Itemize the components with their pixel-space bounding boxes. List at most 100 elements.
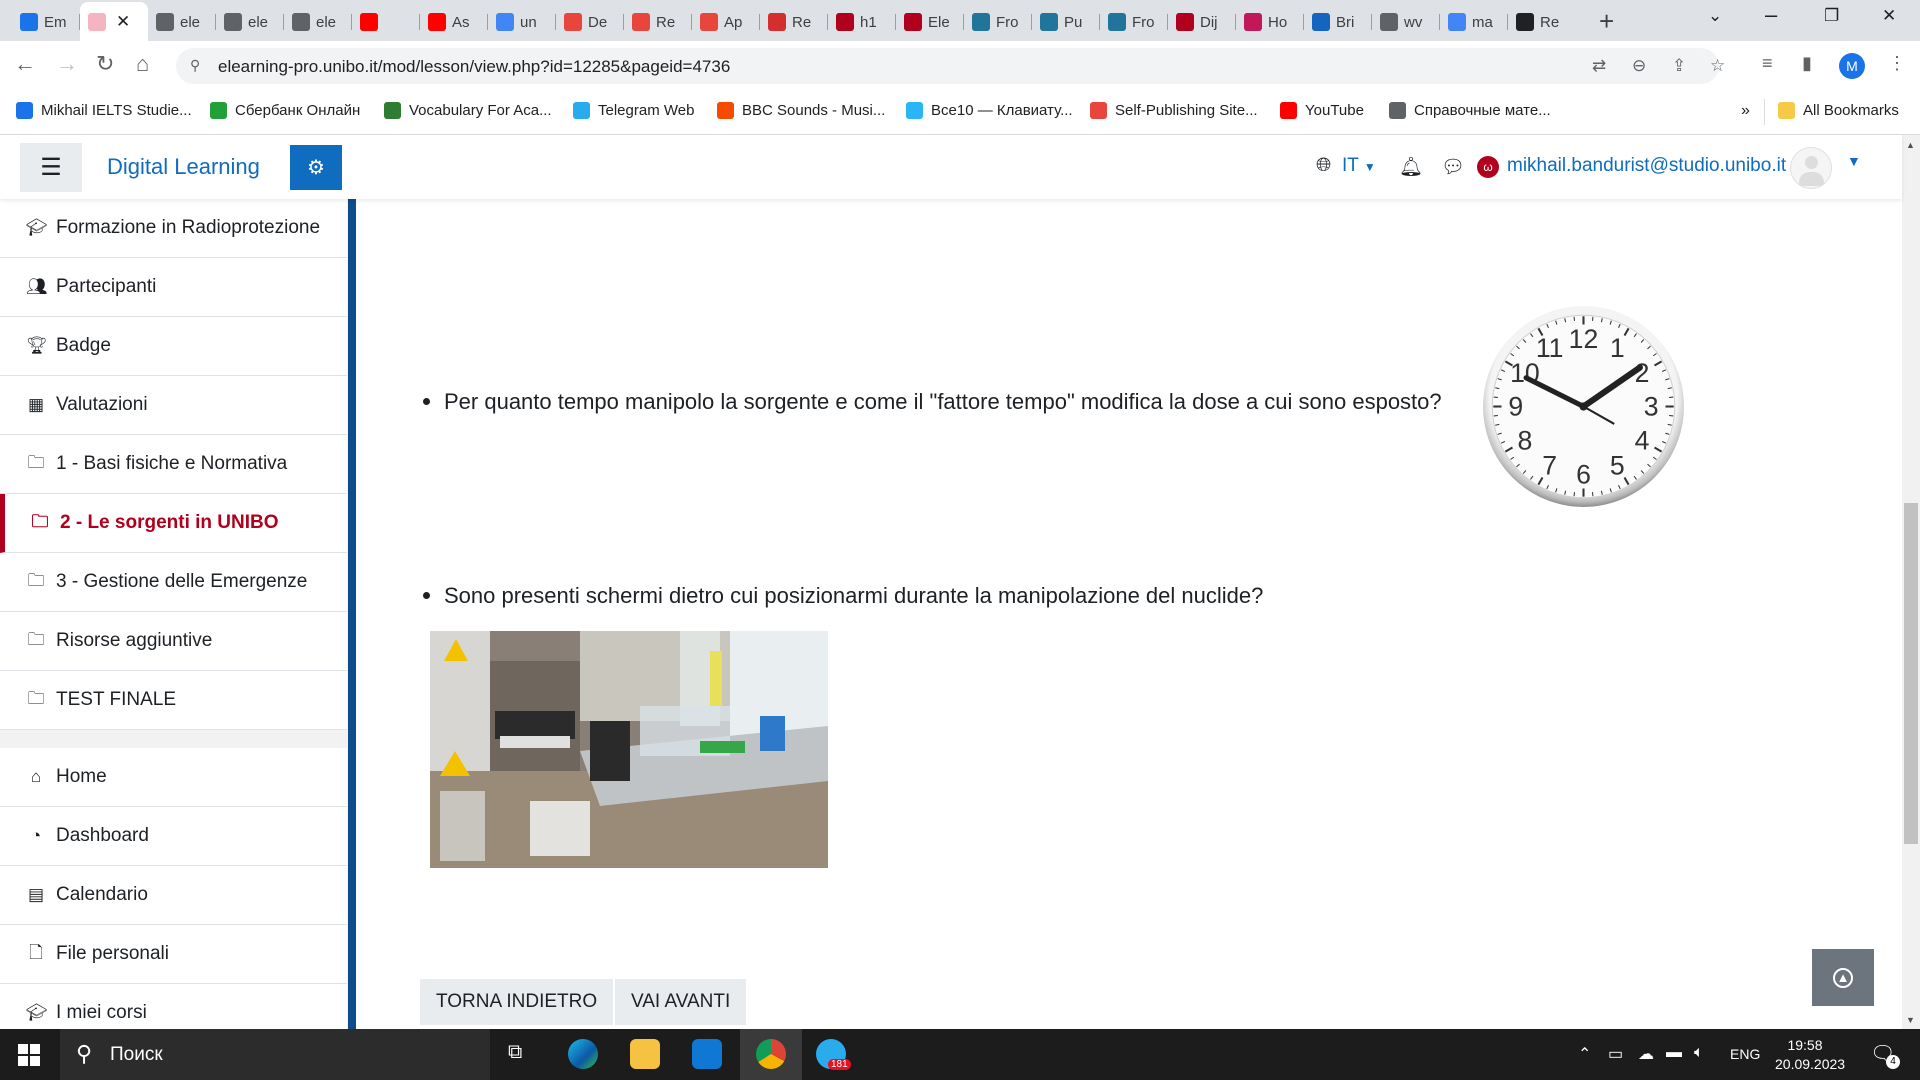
browser-tab[interactable]: Pu	[1032, 6, 1100, 38]
bookmark-item[interactable]: Vocabulary For Aca...	[384, 102, 552, 119]
browser-tab[interactable]: wv	[1372, 6, 1440, 38]
browser-tab[interactable]: Bri	[1304, 6, 1372, 38]
new-tab-button[interactable]: +	[1599, 6, 1614, 36]
browser-tab[interactable]: Re	[1508, 6, 1576, 38]
back-button[interactable]: TORNA INDIETRO	[420, 979, 614, 1025]
translate-icon[interactable]: ⇄	[1592, 56, 1606, 76]
forward-icon[interactable]: →	[56, 51, 78, 77]
close-window-icon[interactable]: ✕	[1882, 6, 1896, 26]
all-bookmarks-folder[interactable]: All Bookmarks	[1778, 102, 1899, 119]
next-button[interactable]: VAI AVANTI	[615, 979, 747, 1025]
tab-search-icon[interactable]: ⌄	[1708, 6, 1722, 26]
bell-icon[interactable]: 🔔︎	[1399, 155, 1423, 179]
globe-icon[interactable]: 🌐︎	[1316, 155, 1331, 177]
browser-tab[interactable]: Fro	[964, 6, 1032, 38]
scroll-down-icon[interactable]: ▼	[1906, 1015, 1915, 1025]
language-menu[interactable]: IT ▼	[1342, 155, 1376, 177]
drawer-item[interactable]: 🗀 Risorse aggiuntive	[0, 612, 347, 671]
browser-tab[interactable]: Em	[12, 6, 80, 38]
scrollbar-thumb[interactable]	[1904, 503, 1918, 844]
drawer-item[interactable]: 🗀 1 - Basi fisiche e Normativa	[0, 435, 347, 494]
browser-tab[interactable]: ele	[284, 6, 352, 38]
browser-tab[interactable]: h1	[828, 6, 896, 38]
restore-icon[interactable]: ❐	[1824, 6, 1839, 26]
bookmarks-overflow-icon[interactable]: »	[1741, 102, 1750, 120]
file-explorer-icon[interactable]	[630, 1039, 660, 1069]
bookmark-item[interactable]: Справочные мате...	[1389, 102, 1551, 119]
drawer-item[interactable]: 🗀 TEST FINALE	[0, 671, 347, 730]
browser-tab[interactable]: ele	[216, 6, 284, 38]
back-icon[interactable]: ←	[14, 51, 36, 77]
url-text[interactable]: elearning-pro.unibo.it/mod/lesson/view.p…	[218, 57, 730, 77]
drawer-item[interactable]: 🎓︎ Formazione in Radioprotezione	[0, 199, 347, 258]
drawer-item[interactable]: 🎓︎ I miei corsi	[0, 984, 347, 1029]
messages-icon[interactable]: 💬︎	[1441, 155, 1465, 179]
browser-tab[interactable]: Fro	[1100, 6, 1168, 38]
bookmark-item[interactable]: YouTube	[1280, 102, 1364, 119]
back-to-top-button[interactable]: ▲	[1812, 949, 1874, 1006]
bookmark-star-icon[interactable]: ☆	[1710, 56, 1725, 76]
browser-tab[interactable]: Ap	[692, 6, 760, 38]
bookmark-item[interactable]: Mikhail IELTS Studie...	[16, 102, 192, 119]
address-bar[interactable]: ⚲ elearning-pro.unibo.it/mod/lesson/view…	[176, 48, 1725, 84]
browser-tab[interactable]: Re	[760, 6, 828, 38]
reload-icon[interactable]: ↻	[96, 51, 114, 77]
user-menu-chevron-icon[interactable]: ▼	[1847, 153, 1861, 169]
input-language[interactable]: ENG	[1730, 1046, 1760, 1062]
browser-tab[interactable]: As	[420, 6, 488, 38]
drawer-item[interactable]: 🗋 File personali	[0, 925, 347, 984]
home-icon[interactable]: ⌂	[136, 51, 149, 77]
drawer-toggle-button[interactable]: ☰	[20, 143, 82, 192]
tab-close-icon[interactable]: ✕	[116, 12, 130, 32]
more-menu-icon[interactable]: ⋮	[1888, 53, 1906, 74]
drawer-item[interactable]: 👥︎ Partecipanti	[0, 258, 347, 317]
browser-tab[interactable]: ✕	[80, 2, 148, 41]
site-name-link[interactable]: Digital Learning	[107, 154, 260, 180]
drawer-item[interactable]: ⌂ Home	[0, 748, 347, 807]
chrome-icon[interactable]	[756, 1039, 786, 1069]
drawer-item[interactable]: ▤ Calendario	[0, 866, 347, 925]
bookmark-item[interactable]: Все10 — Клавиату...	[906, 102, 1073, 119]
bookmark-item[interactable]: Self-Publishing Site...	[1090, 102, 1258, 119]
share-icon[interactable]: ⇪	[1672, 56, 1686, 76]
reading-list-icon[interactable]: ≡	[1762, 53, 1773, 74]
drawer-item[interactable]: 🗀 3 - Gestione delle Emergenze	[0, 553, 347, 612]
browser-tab[interactable]: un	[488, 6, 556, 38]
battery-icon[interactable]: ▬	[1666, 1044, 1682, 1062]
drawer-item[interactable]: ▦ Valutazioni	[0, 376, 347, 435]
browser-tab[interactable]	[352, 6, 420, 38]
onedrive-icon[interactable]: ☁	[1638, 1044, 1654, 1064]
windows-start-icon[interactable]	[18, 1044, 40, 1066]
side-panel-icon[interactable]: ▮	[1802, 53, 1812, 74]
taskbar-search[interactable]: ⚲ Поиск	[60, 1029, 490, 1080]
drawer-item[interactable]: 🏆︎ Badge	[0, 317, 347, 376]
volume-icon[interactable]: 🔈︎	[1694, 1044, 1704, 1062]
edge-icon[interactable]	[568, 1039, 598, 1069]
task-view-icon[interactable]: ⧉	[508, 1041, 522, 1064]
mail-icon[interactable]	[692, 1039, 722, 1069]
user-email-link[interactable]: mikhail.bandurist@studio.unibo.it	[1507, 155, 1786, 177]
browser-tab[interactable]: ma	[1440, 6, 1508, 38]
user-avatar[interactable]	[1790, 147, 1832, 189]
profile-avatar[interactable]: M	[1839, 53, 1865, 79]
bookmark-item[interactable]: Telegram Web	[573, 102, 694, 119]
browser-tab[interactable]: Dij	[1168, 6, 1236, 38]
taskbar-clock[interactable]: 19:58 20.09.2023	[1775, 1036, 1845, 1074]
bookmark-item[interactable]: BBC Sounds - Musi...	[717, 102, 885, 119]
tray-overflow-icon[interactable]: ⌃	[1578, 1044, 1591, 1064]
site-info-icon[interactable]: ⚲	[190, 57, 200, 74]
minimize-icon[interactable]: –	[1765, 2, 1777, 28]
browser-tab[interactable]: Ho	[1236, 6, 1304, 38]
scroll-up-icon[interactable]: ▲	[1906, 140, 1915, 150]
network-icon[interactable]: ▭	[1608, 1044, 1623, 1064]
browser-tab[interactable]: Re	[624, 6, 692, 38]
zoom-icon[interactable]: ⊖	[1632, 56, 1646, 76]
browser-tab[interactable]: De	[556, 6, 624, 38]
browser-tab[interactable]: Ele	[896, 6, 964, 38]
settings-menu-button[interactable]: ⚙	[290, 145, 342, 190]
browser-tab[interactable]: ele	[148, 6, 216, 38]
drawer-item[interactable]: ◔ Dashboard	[0, 807, 347, 866]
bookmark-item[interactable]: Сбербанк Онлайн	[210, 102, 360, 119]
unibo-seal-icon[interactable]: ω	[1477, 156, 1499, 178]
drawer-item[interactable]: 🗀 2 - Le sorgenti in UNIBO	[0, 494, 347, 553]
